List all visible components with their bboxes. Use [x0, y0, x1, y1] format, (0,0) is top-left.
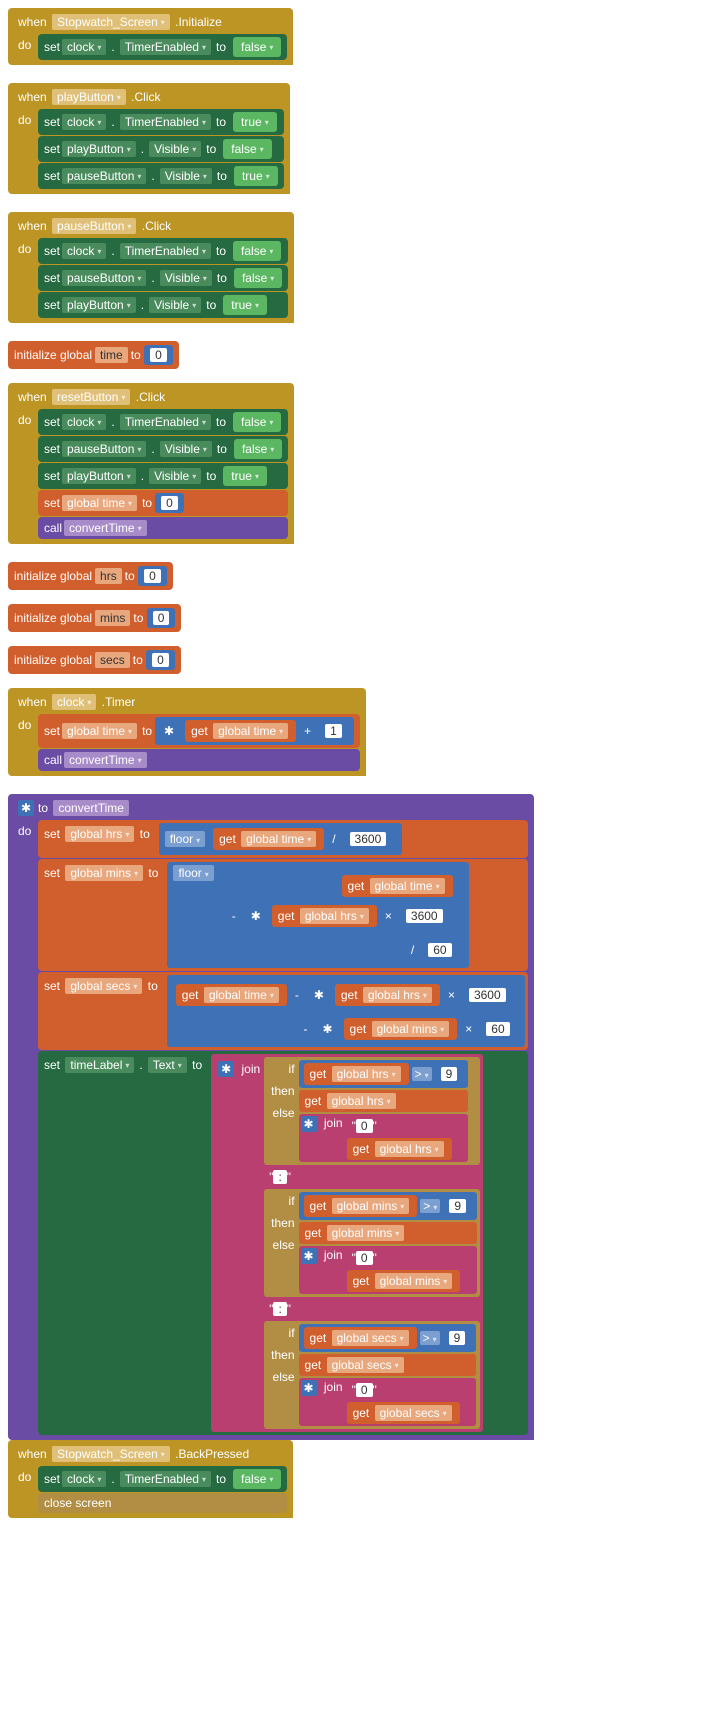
- event-pausebutton-click[interactable]: when pauseButton▾ .Click do set clock▾. …: [8, 212, 294, 323]
- set-global-time-plus1[interactable]: set global time▾ to ✱ get global time▾ +…: [38, 714, 360, 748]
- if-secs[interactable]: ifthenelse get global secs▾>▾9 get globa…: [264, 1321, 480, 1429]
- dropdown-clock[interactable]: clock▾: [62, 39, 106, 55]
- gear-icon[interactable]: ✱: [218, 1061, 234, 1077]
- set-pausebutton-visible-true[interactable]: set pauseButton▾. Visible▾ to true▾: [38, 163, 284, 189]
- keyword-do: do: [14, 34, 38, 52]
- join-block[interactable]: ✱ join ifthenelse get global hrs▾>▾9 get…: [211, 1054, 483, 1432]
- set-global-hrs[interactable]: set global hrs▾ to floor▾ get global tim…: [38, 820, 528, 858]
- event-resetbutton-click[interactable]: when resetButton▾ .Click do set clock▾. …: [8, 383, 294, 544]
- set-global-mins[interactable]: set global mins▾ to floor▾ get global ti…: [38, 859, 528, 971]
- event-screen-initialize[interactable]: when Stopwatch_Screen▾ .Initialize do se…: [8, 8, 293, 65]
- keyword-when: when: [18, 15, 47, 29]
- event-screen-backpressed[interactable]: when Stopwatch_Screen▾ .BackPressed do s…: [8, 1440, 293, 1518]
- call-converttime[interactable]: call convertTime▾: [38, 517, 288, 539]
- event-playbutton-click[interactable]: when playButton▾ .Click do set clock▾. T…: [8, 83, 290, 194]
- procedure-converttime[interactable]: ✱ to convertTime do set global hrs▾ to f…: [8, 794, 534, 1440]
- dropdown-screen[interactable]: Stopwatch_Screen▾: [52, 14, 170, 30]
- if-mins[interactable]: ifthenelse get global mins▾>▾9 get globa…: [264, 1189, 480, 1297]
- set-clock-timerenabled-true[interactable]: set clock▾. TimerEnabled▾ to true▾: [38, 109, 284, 135]
- init-global-mins[interactable]: initialize globalminsto 0: [8, 604, 181, 632]
- text-colon[interactable]: " : ": [264, 1299, 480, 1319]
- value-false[interactable]: false▾: [233, 37, 281, 57]
- gear-icon[interactable]: ✱: [18, 800, 34, 816]
- gear-icon[interactable]: ✱: [161, 723, 177, 739]
- close-screen[interactable]: close screen: [38, 1493, 287, 1513]
- dropdown-timerenabled[interactable]: TimerEnabled▾: [120, 39, 211, 55]
- init-global-hrs[interactable]: initialize globalhrsto 0: [8, 562, 173, 590]
- event-clock-timer[interactable]: when clock▾ .Timer do set global time▾ t…: [8, 688, 366, 776]
- set-playbutton-visible-false[interactable]: set playButton▾. Visible▾ to false▾: [38, 136, 284, 162]
- init-global-time[interactable]: initialize global time to 0: [8, 341, 179, 369]
- event-suffix: .Initialize: [175, 15, 222, 29]
- set-timelabel-text[interactable]: set timeLabel▾.Text▾ to ✱ join ifthenels…: [38, 1051, 528, 1435]
- text-colon[interactable]: " : ": [264, 1167, 480, 1187]
- set-global-time-zero[interactable]: set global time▾ to 0: [38, 490, 288, 516]
- set-global-secs[interactable]: set global secs▾ to get global time▾ - ✱…: [38, 972, 528, 1050]
- set-clock-timerenabled[interactable]: set clock▾ . TimerEnabled▾ to false▾: [38, 34, 287, 60]
- dropdown-playbutton[interactable]: playButton▾: [52, 89, 126, 105]
- init-global-secs[interactable]: initialize globalsecsto 0: [8, 646, 181, 674]
- if-hrs[interactable]: ifthenelse get global hrs▾>▾9 get global…: [264, 1057, 480, 1165]
